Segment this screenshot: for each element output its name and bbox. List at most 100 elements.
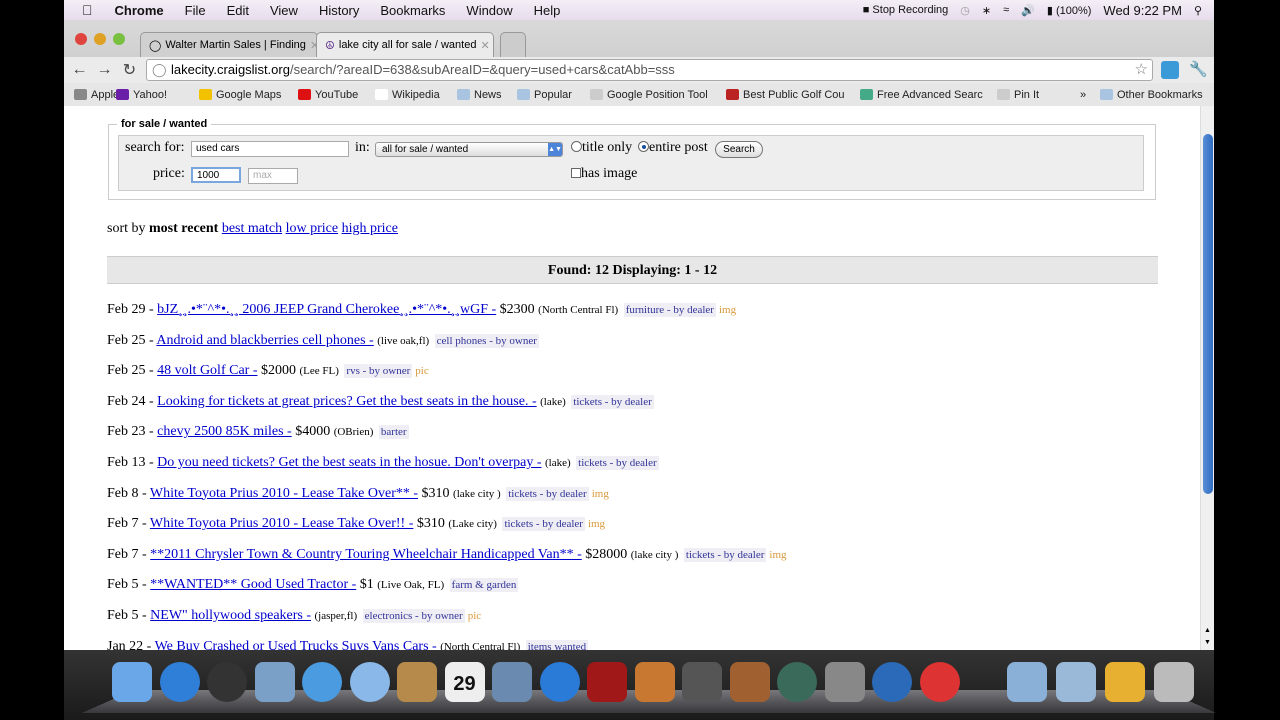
listing-category[interactable]: tickets - by dealer [502, 517, 585, 532]
iphoto-icon[interactable] [492, 662, 532, 702]
bookmark-star-icon[interactable]: ☆ [1135, 60, 1148, 80]
bookmark-item[interactable]: Google Maps [199, 89, 281, 101]
title-only-option[interactable]: title only [571, 140, 632, 156]
listing-link[interactable]: chevy 2500 85K miles - [157, 424, 292, 439]
forward-button[interactable]: → [92, 61, 117, 79]
app-store-icon[interactable] [159, 662, 200, 702]
quicktime-icon[interactable] [872, 662, 912, 702]
safari-icon[interactable] [302, 662, 342, 702]
has-image-checkbox[interactable] [571, 168, 581, 178]
spotlight-icon[interactable]: ⚲ [1194, 4, 1202, 17]
listing-category[interactable]: tickets - by dealer [571, 394, 654, 409]
entire-post-radio[interactable] [638, 141, 649, 152]
listing-link[interactable]: Do you need tickets? Get the best seats … [157, 455, 541, 470]
bluetooth-icon[interactable]: ∗ [982, 4, 991, 17]
listing-category[interactable]: tickets - by dealer [576, 456, 659, 470]
menu-edit[interactable]: Edit [227, 3, 249, 18]
bookmark-item[interactable]: Popular [517, 89, 572, 101]
wrench-icon[interactable]: 🔧 [1189, 60, 1208, 78]
menu-view[interactable]: View [270, 3, 298, 18]
image-capture-icon[interactable] [634, 662, 675, 702]
scroll-up-icon[interactable]: ▲ [1204, 626, 1211, 634]
stack-icon[interactable] [1105, 662, 1145, 702]
dashboard-icon[interactable] [207, 662, 247, 702]
time-machine-icon[interactable]: ◷ [960, 4, 970, 17]
max-price-input[interactable]: max [248, 168, 298, 184]
listing-category[interactable]: barter [378, 425, 409, 440]
close-window-button[interactable] [75, 33, 87, 45]
itunes-icon[interactable] [539, 662, 580, 702]
entire-post-option[interactable]: entire post [638, 140, 708, 156]
photo-booth-icon[interactable] [587, 662, 627, 702]
address-bar[interactable]: ◯ lakecity.craigslist.org/search/?areaID… [146, 59, 1153, 81]
category-select[interactable]: all for sale / wanted ▲▼ [375, 142, 563, 157]
extension-icon[interactable] [1161, 61, 1179, 79]
imovie-icon[interactable] [682, 662, 722, 702]
bookmark-item[interactable]: Wikipedia [375, 89, 440, 101]
trash-icon[interactable] [1154, 662, 1194, 702]
menu-help[interactable]: Help [534, 3, 561, 18]
listing-link[interactable]: NEW" hollywood speakers - [150, 608, 311, 623]
bookmark-item[interactable]: Apple [74, 89, 119, 101]
bookmark-item[interactable]: Yahoo! [116, 89, 167, 101]
listing-link[interactable]: 48 volt Golf Car - [157, 363, 257, 378]
garageband-icon[interactable] [729, 662, 770, 702]
menu-window[interactable]: Window [466, 3, 512, 18]
search-input[interactable]: used cars [191, 141, 349, 157]
listing-link[interactable]: **WANTED** Good Used Tractor - [150, 577, 356, 592]
scrollbar-thumb[interactable] [1203, 134, 1213, 494]
bookmark-item[interactable]: Free Advanced Searc [860, 89, 983, 101]
time-machine-icon[interactable] [777, 662, 817, 702]
back-button[interactable]: ← [67, 61, 92, 79]
tab-walter-martin[interactable]: ◯ Walter Martin Sales | Finding ✕ [140, 32, 318, 57]
zoom-window-button[interactable] [113, 33, 125, 45]
listing-link[interactable]: Looking for tickets at great prices? Get… [157, 394, 536, 409]
chrome-icon[interactable] [919, 662, 960, 702]
battery-icon[interactable]: ▮ (100%) [1047, 4, 1092, 17]
finder-icon[interactable] [112, 662, 152, 702]
menu-bookmarks[interactable]: Bookmarks [380, 3, 445, 18]
min-price-input[interactable]: 1000 [191, 167, 241, 183]
mail-icon[interactable] [254, 662, 295, 702]
documents-folder-icon[interactable] [1056, 662, 1096, 702]
ical-icon[interactable]: 29 [444, 662, 485, 702]
listing-category[interactable]: farm & garden [449, 578, 519, 593]
listing-category[interactable]: furniture - by dealer [623, 303, 716, 317]
listing-category[interactable]: items wanted [525, 639, 589, 650]
other-bookmarks[interactable]: Other Bookmarks [1100, 89, 1203, 101]
bookmark-item[interactable]: Pin It [997, 89, 1039, 101]
address-book-icon[interactable] [397, 662, 437, 702]
listing-category[interactable]: electronics - by owner [362, 609, 465, 623]
bookmark-item[interactable]: Google Position Tool [590, 89, 708, 101]
listing-category[interactable]: rvs - by owner [344, 364, 413, 379]
applications-folder-icon[interactable] [1007, 662, 1047, 702]
bookmark-item[interactable]: Best Public Golf Cou [726, 89, 845, 101]
has-image-option[interactable]: has image [571, 166, 637, 182]
listing-link[interactable]: White Toyota Prius 2010 - Lease Take Ove… [150, 516, 413, 531]
bookmark-item[interactable]: News [457, 89, 502, 101]
system-preferences-icon[interactable] [824, 662, 865, 702]
menu-history[interactable]: History [319, 3, 359, 18]
sort-low-price[interactable]: low price [286, 221, 338, 236]
listing-category[interactable]: tickets - by dealer [683, 547, 767, 562]
stop-recording-item[interactable]: ■ Stop Recording [863, 4, 949, 16]
menu-chrome[interactable]: Chrome [115, 3, 164, 18]
scroll-down-icon[interactable]: ▼ [1204, 638, 1211, 646]
sort-high-price[interactable]: high price [342, 221, 398, 236]
minimize-window-button[interactable] [94, 33, 106, 45]
listing-link[interactable]: bJZ¸¸.•*¨^*•.¸¸ 2006 JEEP Grand Cherokee… [157, 302, 496, 317]
listing-link[interactable]: **2011 Chrysler Town & Country Touring W… [150, 547, 582, 562]
apple-menu-icon[interactable]:  [82, 2, 93, 18]
listing-category[interactable]: cell phones - by owner [434, 333, 539, 348]
clock[interactable]: Wed 9:22 PM [1103, 3, 1182, 18]
new-tab-button[interactable] [500, 32, 526, 57]
close-tab-icon[interactable]: ✕ [480, 39, 489, 52]
listing-category[interactable]: tickets - by dealer [506, 486, 589, 501]
title-only-radio[interactable] [571, 141, 582, 152]
wifi-icon[interactable]: ≈ [1003, 4, 1009, 16]
menu-file[interactable]: File [185, 3, 206, 18]
reload-button[interactable]: ↻ [117, 60, 142, 80]
listing-link[interactable]: Android and blackberries cell phones - [156, 333, 373, 348]
listing-link[interactable]: We Buy Crashed or Used Trucks Suvs Vans … [155, 639, 437, 650]
search-button[interactable]: Search [715, 141, 763, 158]
